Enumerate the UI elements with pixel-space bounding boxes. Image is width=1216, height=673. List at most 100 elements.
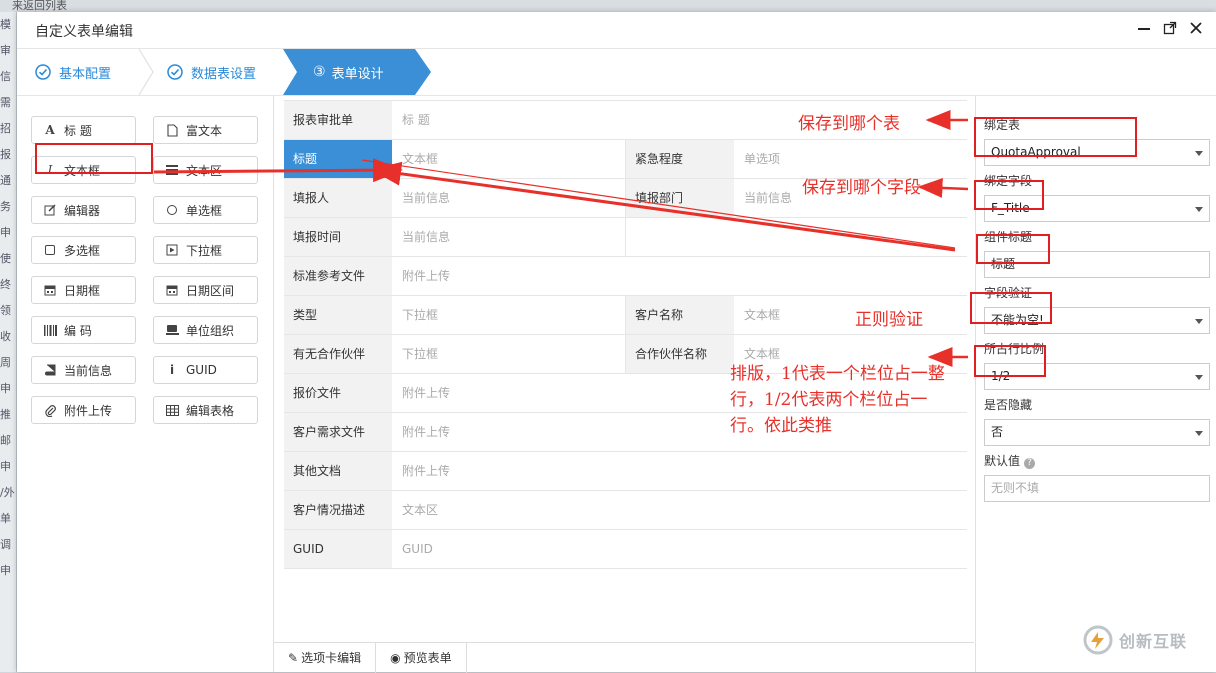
palette-attachment-button[interactable]: 附件上传 <box>31 396 136 424</box>
annotation-layout: 排版，1代表一个栏位占一整行，1/2代表两个栏位占一行。依此类推 <box>730 364 945 436</box>
form-editor-dialog: 自定义表单编辑 基本配置 数据表设置 ③ 表单设计 A标 题富文本 I 文本框 文本区… <box>17 12 1216 673</box>
palette-date-range-button[interactable]: 日期区间 <box>153 276 258 304</box>
bind-field-select[interactable]: F_Title <box>984 195 1210 222</box>
form-field-label[interactable]: 客户情况描述 <box>284 491 392 529</box>
bind-table-select[interactable]: QuotaApproval <box>984 139 1210 166</box>
palette-button-label: 文本区 <box>186 163 223 178</box>
row-ratio-select[interactable]: 1/2 <box>984 363 1210 390</box>
form-field-control[interactable]: 下拉框 <box>392 335 625 373</box>
form-field-control[interactable]: 下拉框 <box>392 296 625 334</box>
wizard-steps: 基本配置 数据表设置 ③ 表单设计 <box>17 49 1216 96</box>
palette-button-label: 文本框 <box>64 163 101 178</box>
form-field-control[interactable]: 当前信息 <box>392 218 625 256</box>
text-cursor-icon: I <box>47 163 53 177</box>
minimize-icon[interactable] <box>1136 20 1152 36</box>
barcode-icon <box>42 324 58 336</box>
palette-current-info-button[interactable]: 当前信息 <box>31 356 136 384</box>
form-field-label[interactable]: 其他文档 <box>284 452 392 490</box>
form-field-label[interactable]: 报表审批单 <box>284 101 392 139</box>
palette-textarea-button[interactable]: 文本区 <box>153 156 258 184</box>
palette-radio-button[interactable]: 单选框 <box>153 196 258 224</box>
form-field-control[interactable]: 文本框 <box>734 296 967 334</box>
form-row: 客户情况描述 文本区 <box>284 491 967 530</box>
form-field-control[interactable]: 文本区 <box>392 491 967 529</box>
default-value-label-text: 默认值 <box>984 454 1021 468</box>
palette-button-label: 编辑器 <box>64 203 101 218</box>
form-cell[interactable]: 有无合作伙伴 下拉框 <box>284 335 625 373</box>
is-hidden-select[interactable]: 否 <box>984 419 1210 446</box>
check-circle-icon <box>167 64 183 80</box>
dropdown-icon <box>164 244 180 256</box>
form-cell[interactable]: 填报时间 当前信息 <box>284 218 625 256</box>
step-number: ③ <box>313 64 326 80</box>
form-field-label[interactable]: 填报人 <box>284 179 392 217</box>
watermark-logo-icon <box>1083 625 1113 655</box>
palette-button-label: 编辑表格 <box>186 403 235 418</box>
edit-icon <box>42 204 58 216</box>
component-title-label: 组件标题 <box>984 230 1033 244</box>
form-field-label[interactable]: 类型 <box>284 296 392 334</box>
form-cell[interactable]: 标题 文本框 <box>284 140 625 178</box>
dialog-title: 自定义表单编辑 <box>35 24 133 40</box>
book-icon <box>42 364 58 376</box>
form-field-label[interactable]: 标准参考文件 <box>284 257 392 295</box>
background-topbar: 来返回列表 <box>0 0 1216 12</box>
field-validation-label: 字段验证 <box>984 286 1033 300</box>
form-field-control[interactable]: 当前信息 <box>392 179 625 217</box>
palette-button-label: GUID <box>186 363 217 377</box>
form-field-label[interactable]: 客户名称 <box>626 296 734 334</box>
palette-dropdown-button[interactable]: 下拉框 <box>153 236 258 264</box>
palette-date-button[interactable]: 日期框 <box>31 276 136 304</box>
palette-rich-text-button[interactable]: 富文本 <box>153 116 258 144</box>
form-field-control[interactable]: 文本框 <box>392 140 625 178</box>
background-sidebar-item: 使 <box>0 252 11 265</box>
palette-org-unit-button[interactable]: 单位组织 <box>153 316 258 344</box>
default-value-input[interactable]: 无则不填 <box>984 475 1210 502</box>
palette-button-label: 多选框 <box>64 243 101 258</box>
palette-code-button[interactable]: 编 码 <box>31 316 136 344</box>
list-icon <box>164 165 180 175</box>
form-field-label[interactable]: 紧急程度 <box>626 140 734 178</box>
step-table-settings[interactable]: 数据表设置 <box>167 49 256 95</box>
form-field-label[interactable]: GUID <box>284 530 392 568</box>
palette-button-label: 当前信息 <box>64 363 113 378</box>
form-field-label[interactable]: 填报部门 <box>626 179 734 217</box>
form-field-label[interactable]: 填报时间 <box>284 218 392 256</box>
form-row: 标准参考文件 附件上传 <box>284 257 967 296</box>
help-icon[interactable]: ? <box>1024 458 1036 469</box>
palette-button-label: 标 题 <box>64 123 92 138</box>
background-sidebar-item: 收 <box>0 330 11 343</box>
tab-tab-edit[interactable]: ✎ 选项卡编辑 <box>274 643 377 673</box>
form-field-control[interactable]: 附件上传 <box>392 257 967 295</box>
form-cell[interactable]: 类型 下拉框 <box>284 296 625 334</box>
form-cell[interactable] <box>625 218 967 256</box>
close-icon[interactable] <box>1188 20 1204 36</box>
form-cell[interactable]: 填报人 当前信息 <box>284 179 625 217</box>
palette-editor-button[interactable]: 编辑器 <box>31 196 136 224</box>
palette-edit-table-button[interactable]: 编辑表格 <box>153 396 258 424</box>
form-field-label[interactable]: 有无合作伙伴 <box>284 335 392 373</box>
form-field-control[interactable]: 附件上传 <box>392 452 967 490</box>
palette-checkbox-button[interactable]: 多选框 <box>31 236 136 264</box>
palette-textbox-button[interactable]: I 文本框 <box>31 156 136 184</box>
step-basic-config[interactable]: 基本配置 <box>35 49 111 95</box>
palette-guid-button[interactable]: i GUID <box>153 356 258 384</box>
check-circle-icon <box>35 64 51 80</box>
field-validation-select[interactable]: 不能为空! <box>984 307 1210 334</box>
maximize-icon[interactable] <box>1162 20 1178 36</box>
palette-title-button[interactable]: A标 题 <box>31 116 136 144</box>
background-sidebar-item: 模 <box>0 18 11 31</box>
calendar-icon <box>42 284 58 296</box>
palette-button-label: 附件上传 <box>64 403 113 418</box>
component-title-input[interactable]: 标题 <box>984 251 1210 278</box>
step-form-design[interactable]: ③ 表单设计 <box>283 49 433 95</box>
form-field-label[interactable]: 客户需求文件 <box>284 413 392 451</box>
form-field-label[interactable]: 报价文件 <box>284 374 392 412</box>
form-field-label[interactable]: 标题 <box>284 140 392 178</box>
form-field-label[interactable]: 合作伙伴名称 <box>626 335 734 373</box>
tab-preview-form[interactable]: ◉ 预览表单 <box>376 643 467 673</box>
background-sidebar-item: 报 <box>0 148 11 161</box>
form-field-control[interactable]: GUID <box>392 530 967 568</box>
form-row: 其他文档 附件上传 <box>284 452 967 491</box>
background-sidebar-item: 审 <box>0 44 11 57</box>
